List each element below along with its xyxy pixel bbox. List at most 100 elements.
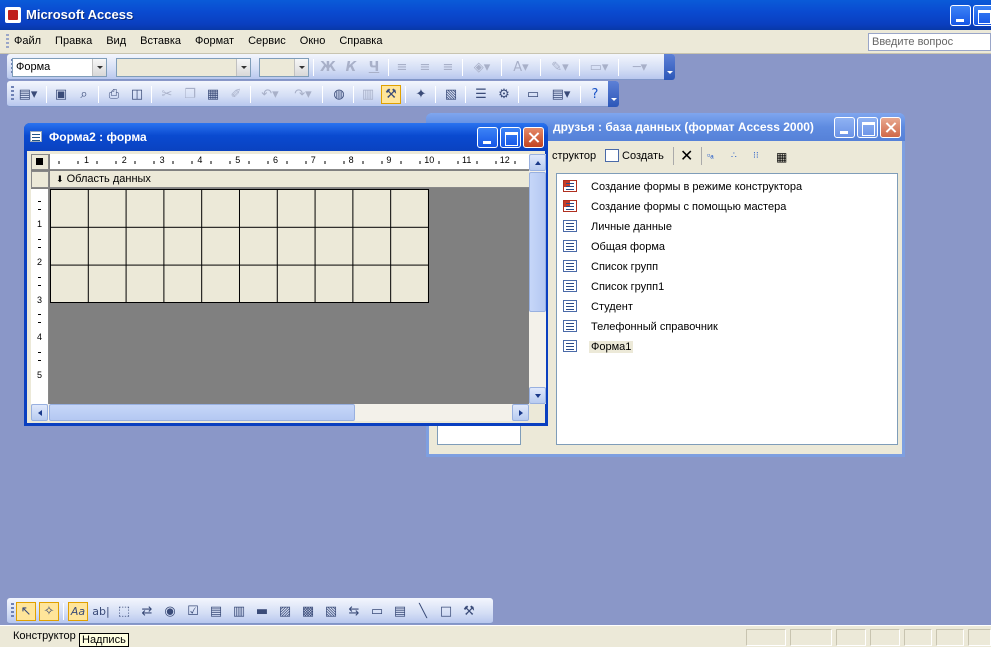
db-minimize-button[interactable]: [834, 117, 855, 138]
option-group-icon[interactable]: ⬚: [114, 602, 134, 621]
scroll-right-button[interactable]: [512, 404, 529, 421]
print-icon[interactable]: ⎙: [104, 85, 124, 104]
save-icon[interactable]: ▣: [51, 85, 71, 104]
cut-icon[interactable]: ✂: [157, 85, 177, 104]
align-right-icon[interactable]: ≡: [438, 58, 458, 77]
form-close-button[interactable]: [523, 127, 544, 148]
properties-icon[interactable]: ☰: [471, 85, 491, 104]
detail-section-grid[interactable]: [50, 189, 429, 303]
italic-button[interactable]: К: [341, 58, 361, 77]
toolbar-grip[interactable]: [11, 603, 14, 619]
list-item[interactable]: Список групп: [561, 258, 891, 276]
database-window-icon[interactable]: ▭: [523, 85, 543, 104]
create-button[interactable]: Создать: [622, 150, 664, 162]
underline-button[interactable]: Ч: [364, 58, 384, 77]
list-item[interactable]: Создание формы с помощью мастера: [561, 198, 891, 216]
vertical-ruler[interactable]: 1 2 3 4 5: [31, 189, 49, 404]
form-minimize-button[interactable]: [477, 127, 498, 148]
horizontal-ruler[interactable]: 1 2 3 4 5 6 7 8 9 10 11 12: [50, 154, 529, 170]
tab-control-icon[interactable]: ▭: [367, 602, 387, 621]
undo-icon[interactable]: ↶▾: [255, 85, 285, 104]
form-design-canvas[interactable]: 1 2 3 4 5 6 7 8 9 10 11 12 ⬇ Область данных 12345: [31, 154, 529, 404]
align-left-icon[interactable]: ≡: [392, 58, 412, 77]
menu-help[interactable]: Справка: [339, 35, 382, 47]
section-selector[interactable]: [31, 171, 49, 188]
bound-object-icon[interactable]: ▧: [321, 602, 341, 621]
label-tool-button[interactable]: Aa: [68, 602, 88, 621]
designer-button[interactable]: структор: [552, 150, 596, 162]
db-maximize-button[interactable]: [857, 117, 878, 138]
detail-section-bar[interactable]: ⬇ Область данных: [50, 171, 529, 188]
list-item[interactable]: Список групп1: [561, 278, 891, 296]
horizontal-scrollbar[interactable]: [31, 404, 529, 421]
small-icons-icon[interactable]: ∴: [731, 150, 737, 161]
font-size-select[interactable]: [259, 58, 309, 77]
delete-icon[interactable]: ✕: [680, 146, 693, 165]
list-item[interactable]: Студент: [561, 298, 891, 316]
app-restore-button[interactable]: [973, 5, 991, 26]
align-center-icon[interactable]: ≡: [415, 58, 435, 77]
fill-color-icon[interactable]: ◈▾: [467, 58, 497, 77]
list-box-icon[interactable]: ▥: [229, 602, 249, 621]
list-item[interactable]: Личные данные: [561, 218, 891, 236]
bold-button[interactable]: Ж: [318, 58, 338, 77]
new-object-icon[interactable]: ▤▾: [546, 85, 576, 104]
menu-grip[interactable]: [6, 34, 9, 49]
form-maximize-button[interactable]: [500, 127, 521, 148]
object-select[interactable]: Форма: [12, 58, 107, 77]
scroll-down-button[interactable]: [529, 387, 546, 404]
list-view-icon[interactable]: ⁝⁝: [753, 150, 759, 161]
format-painter-icon[interactable]: ✐: [226, 85, 246, 104]
app-minimize-button[interactable]: [950, 5, 971, 26]
db-close-button[interactable]: [880, 117, 901, 138]
file-search-icon[interactable]: ⌕: [74, 85, 94, 104]
font-name-select[interactable]: [116, 58, 251, 77]
image-icon[interactable]: ▨: [275, 602, 295, 621]
print-preview-icon[interactable]: ◫: [127, 85, 147, 104]
copy-icon[interactable]: ❐: [180, 85, 200, 104]
list-item[interactable]: Общая форма: [561, 238, 891, 256]
paste-icon[interactable]: ▦: [203, 85, 223, 104]
chevron-down-icon[interactable]: [236, 59, 250, 76]
code-icon[interactable]: ▧: [441, 85, 461, 104]
scroll-up-button[interactable]: [529, 154, 546, 171]
horizontal-scroll-thumb[interactable]: [49, 404, 355, 421]
control-wizards-icon[interactable]: ✧: [39, 602, 59, 621]
command-button-icon[interactable]: ▬: [252, 602, 272, 621]
checkbox-icon[interactable]: ☑: [183, 602, 203, 621]
more-controls-icon[interactable]: ⚒: [459, 602, 479, 621]
field-list-icon[interactable]: ▥: [358, 85, 378, 104]
menu-insert[interactable]: Вставка: [140, 35, 181, 47]
page-break-icon[interactable]: ⇆: [344, 602, 364, 621]
menu-window[interactable]: Окно: [300, 35, 326, 47]
rectangle-icon[interactable]: □: [436, 602, 456, 621]
subform-icon[interactable]: ▤: [390, 602, 410, 621]
menu-tools[interactable]: Сервис: [248, 35, 286, 47]
details-view-icon[interactable]: ▦: [776, 150, 787, 164]
menu-view[interactable]: Вид: [106, 35, 126, 47]
view-icon[interactable]: ▤▾: [13, 85, 43, 104]
hyperlink-icon[interactable]: ◍: [329, 85, 349, 104]
toggle-button-icon[interactable]: ⇄: [137, 602, 157, 621]
textbox-tool-button[interactable]: ab|: [91, 602, 111, 621]
font-color-icon[interactable]: A▾: [506, 58, 536, 77]
list-item[interactable]: Создание формы в режиме конструктора: [561, 178, 891, 196]
unbound-object-icon[interactable]: ▩: [298, 602, 318, 621]
redo-icon[interactable]: ↷▾: [288, 85, 318, 104]
large-icons-icon[interactable]: ▫ₐ: [707, 150, 714, 160]
menu-edit[interactable]: Правка: [55, 35, 92, 47]
menu-file[interactable]: Файл: [14, 35, 41, 47]
list-item[interactable]: Форма1: [561, 338, 891, 356]
builder-icon[interactable]: ⚙: [494, 85, 514, 104]
line-icon[interactable]: ╲: [413, 602, 433, 621]
option-button-icon[interactable]: ◉: [160, 602, 180, 621]
line-width-icon[interactable]: ─▾: [623, 58, 657, 77]
menu-format[interactable]: Формат: [195, 35, 234, 47]
scroll-left-button[interactable]: [31, 404, 48, 421]
form-selector[interactable]: [31, 154, 49, 170]
toolbox-icon[interactable]: ⚒: [381, 85, 401, 104]
help-icon[interactable]: ?: [585, 85, 605, 104]
chevron-down-icon[interactable]: [92, 59, 106, 76]
toolbar-options-icon[interactable]: [664, 54, 675, 80]
chevron-down-icon[interactable]: [294, 59, 308, 76]
